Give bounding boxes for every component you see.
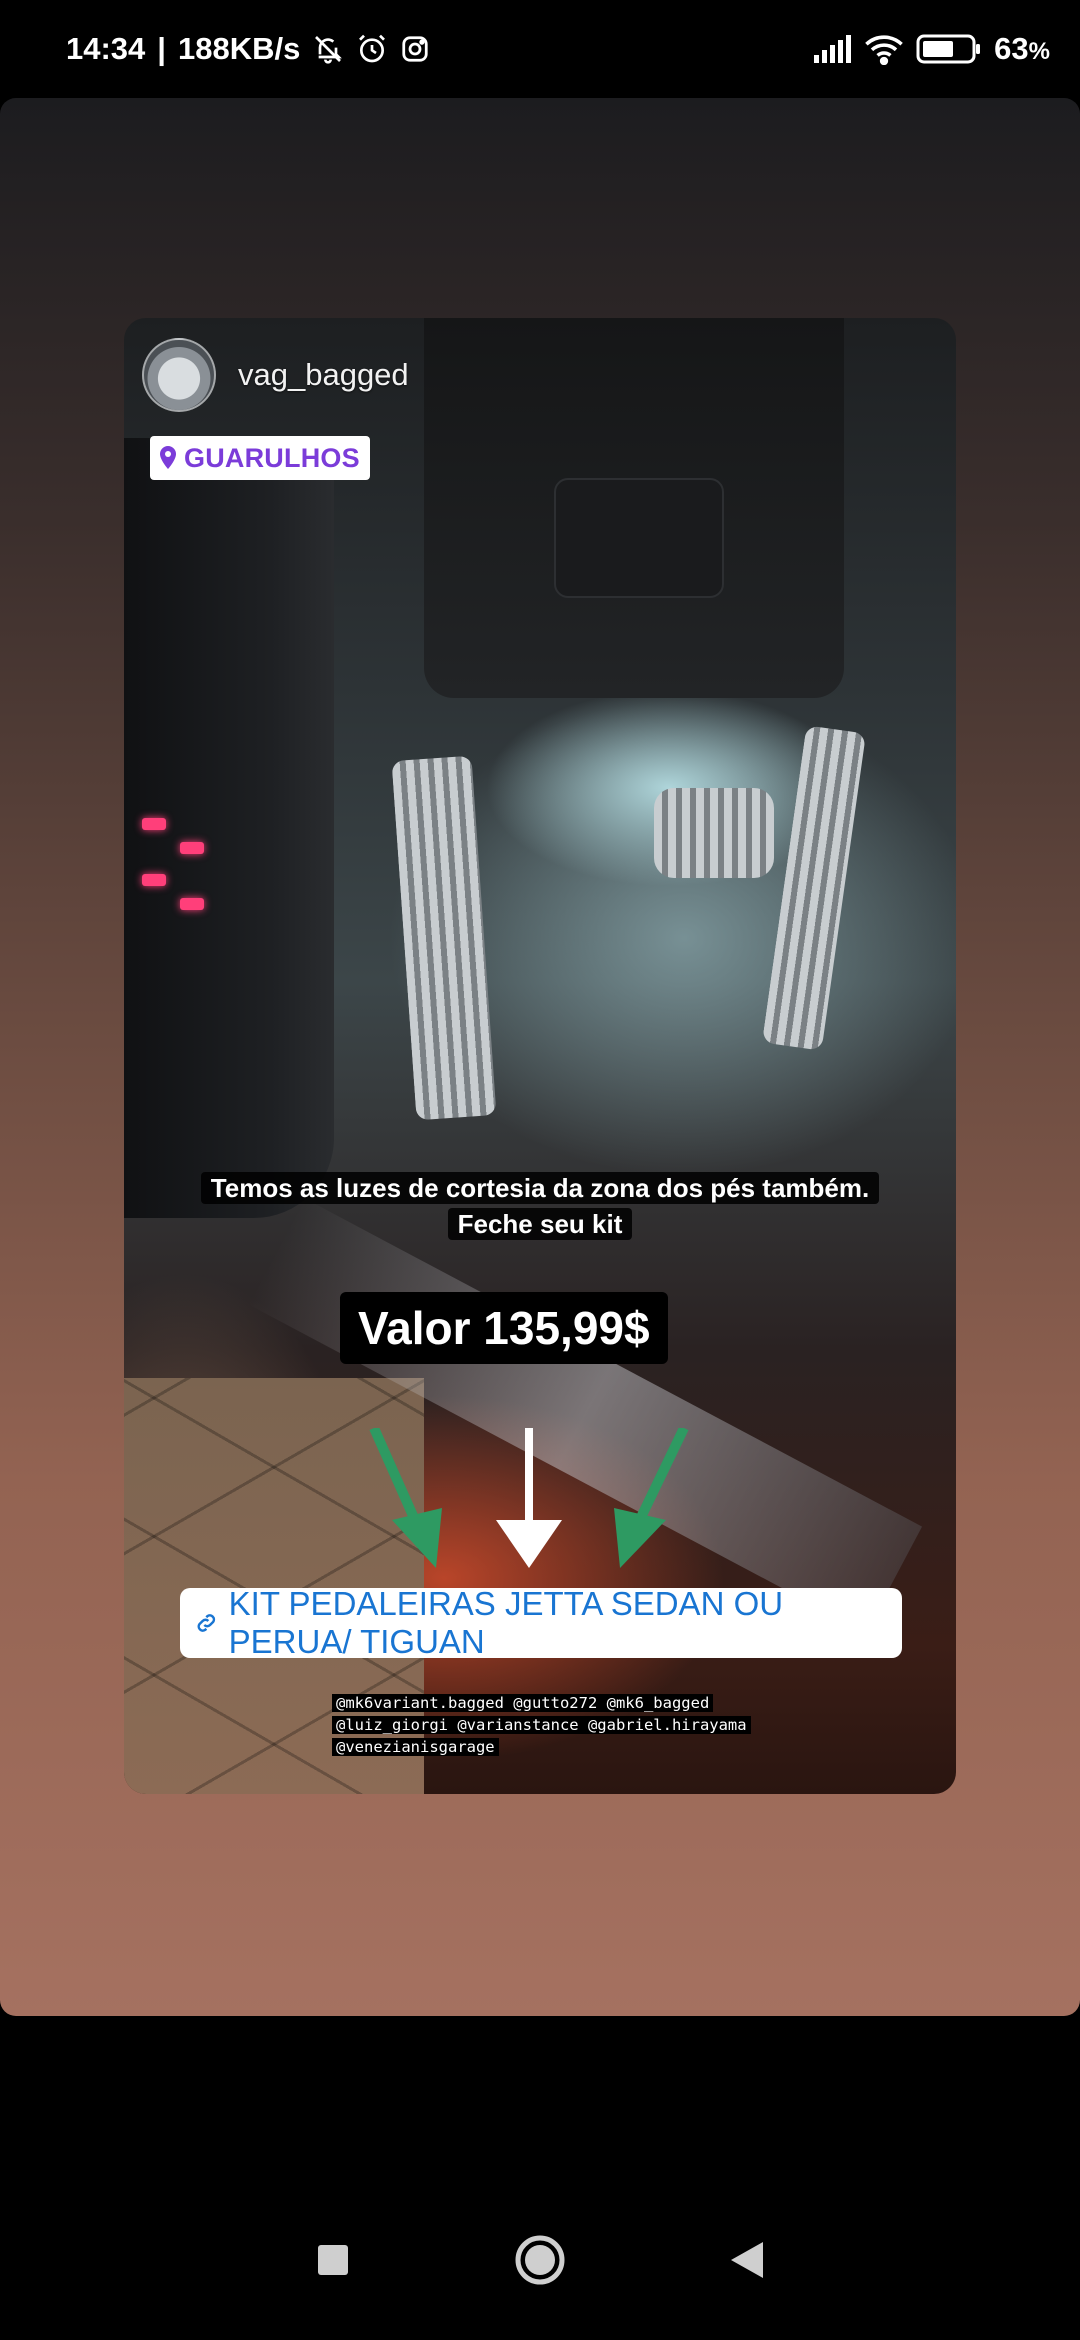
- wifi-icon: [864, 33, 904, 65]
- caption-line-1: Temos as luzes de cortesia da zona dos p…: [200, 1172, 880, 1204]
- link-label: KIT PEDALEIRAS JETTA SEDAN OU PERUA/ TIG…: [228, 1585, 784, 1660]
- link-sticker[interactable]: KIT PEDALEIRAS JETTA SEDAN OU PERUA/ TIG…: [180, 1585, 902, 1660]
- navigation-bar: [0, 2180, 1080, 2340]
- post-account[interactable]: vag_bagged: [142, 338, 409, 412]
- username[interactable]: vag_bagged: [238, 357, 409, 393]
- location-label: GUARULHOS: [184, 442, 360, 473]
- caption-text: Temos as luzes de cortesia da zona dos p…: [124, 1170, 956, 1242]
- credits-line-1: @mk6variant.bagged @gutto272 @mk6_bagged: [332, 1694, 714, 1712]
- square-icon: [318, 2245, 349, 2275]
- shared-post[interactable]: vag_bagged GUARULHOS Temos as luzes de c…: [124, 318, 956, 1794]
- window-switch-light: [180, 842, 204, 854]
- home-button[interactable]: [510, 2230, 570, 2290]
- accelerator-pedal: [762, 725, 866, 1051]
- status-time: 14:34: [66, 31, 146, 66]
- headlight-switch: [554, 478, 724, 598]
- door-panel: [124, 438, 334, 1218]
- status-right: 63%: [812, 31, 1050, 67]
- status-left: 14:34 | 188KB/s: [66, 31, 430, 67]
- avatar[interactable]: [142, 338, 216, 412]
- network-speed: 188KB/s: [177, 31, 301, 66]
- clutch-pedal: [391, 755, 497, 1121]
- status-separator: |: [157, 31, 166, 66]
- arrow-down-right-icon: [614, 1428, 689, 1568]
- credits-line-3: @venezianisgarage: [332, 1738, 499, 1756]
- recents-button[interactable]: [303, 2230, 363, 2290]
- signal-icon: [812, 35, 852, 63]
- price-label: Valor 135,99$: [340, 1292, 668, 1364]
- arrows-graphic: [369, 1428, 689, 1568]
- window-switch-light: [142, 874, 166, 886]
- triangle-back-icon: [730, 2242, 763, 2278]
- window-switch-light: [180, 898, 204, 910]
- status-bar: 14:34 | 188KB/s 63%: [0, 0, 1080, 98]
- battery-percent: 63%: [994, 31, 1050, 66]
- alarm-icon: [356, 33, 388, 65]
- instagram-icon: [400, 34, 430, 64]
- arrow-down-icon: [496, 1428, 562, 1568]
- battery-icon: [916, 33, 982, 65]
- bell-muted-icon: [312, 33, 344, 65]
- back-button[interactable]: [717, 2230, 777, 2290]
- brake-pedal: [654, 788, 774, 878]
- location-sticker[interactable]: GUARULHOS: [150, 436, 370, 480]
- window-switch-light: [142, 818, 166, 830]
- caption-line-2: Feche seu kit: [447, 1208, 633, 1240]
- credits-line-2: @luiz_giorgi @varianstance @gabriel.hira…: [332, 1716, 751, 1734]
- credits-text: @mk6variant.bagged @gutto272 @mk6_bagged…: [332, 1692, 752, 1758]
- arrow-down-left-icon: [369, 1428, 442, 1568]
- circle-icon: [515, 2235, 565, 2285]
- link-icon: [197, 1614, 216, 1632]
- location-pin-icon: [160, 446, 176, 469]
